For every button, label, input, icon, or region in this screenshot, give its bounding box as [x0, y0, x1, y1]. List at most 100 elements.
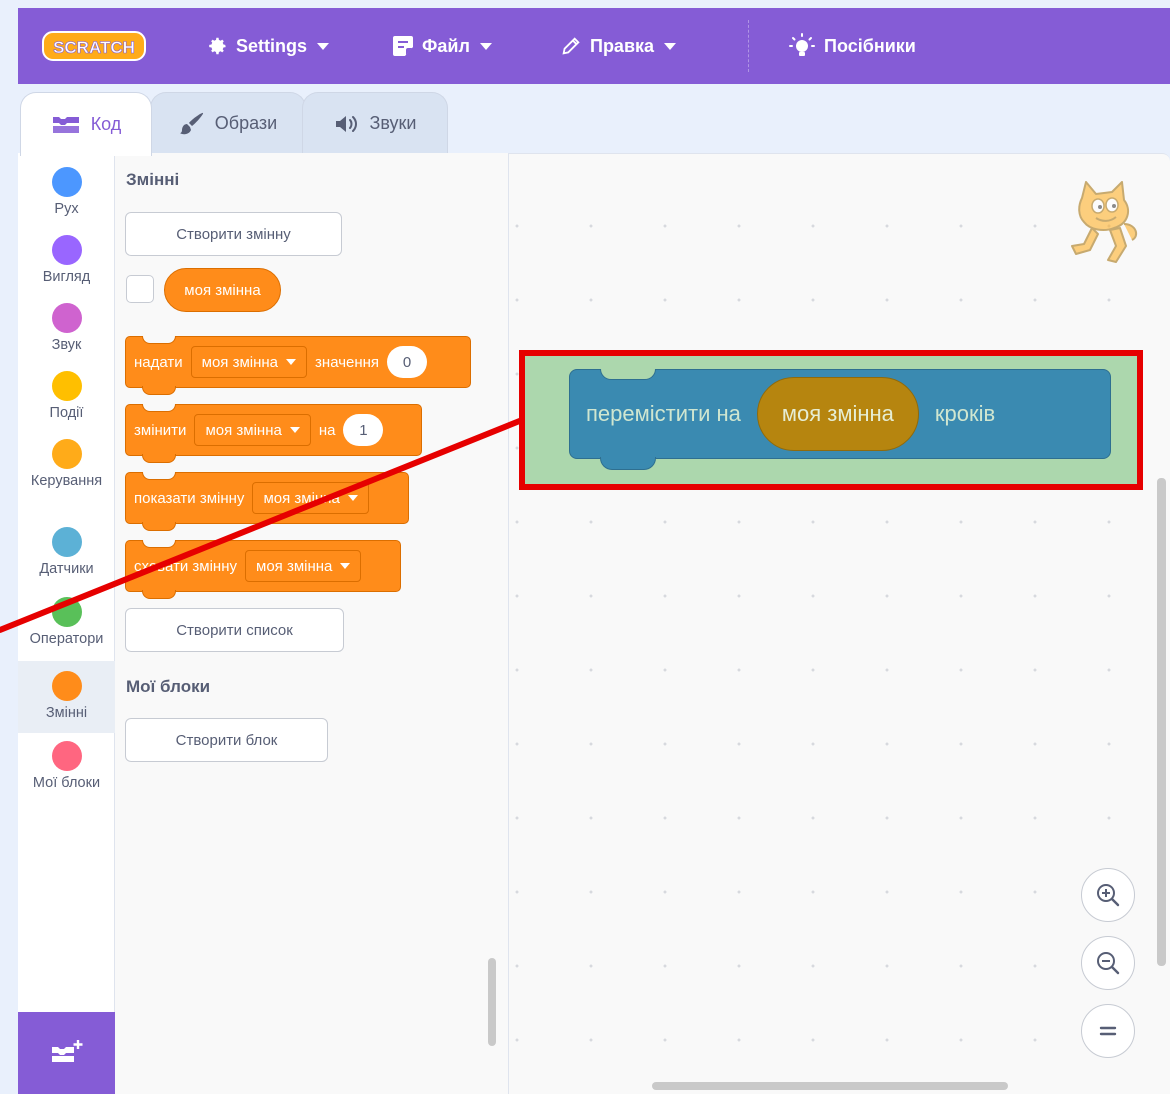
variable-reporter-input[interactable]: моя змінна [756, 377, 919, 451]
settings-label: Settings [236, 35, 308, 56]
scratch-logo[interactable]: SCRATCH [42, 30, 146, 62]
dropdown-caret-icon [340, 563, 351, 569]
menu-bar: SCRATCH Settings Файл Правка Посібники [18, 8, 1170, 84]
category-dot [51, 303, 82, 333]
tab-code-label: Код [90, 114, 122, 134]
variables-section-title: Змінні [126, 170, 180, 189]
category-dot [51, 527, 82, 557]
category-motion[interactable]: Рух [18, 157, 115, 229]
block-text: значення [315, 353, 380, 371]
category-dot [51, 671, 82, 701]
value-input[interactable]: 1 [343, 414, 384, 446]
category-looks[interactable]: Вигляд [18, 225, 115, 297]
variable-dropdown[interactable]: моя змінна [190, 346, 308, 378]
dropdown-caret-icon [286, 359, 297, 365]
sprite-cat-icon [1071, 181, 1138, 263]
value-input[interactable]: 0 [387, 346, 428, 378]
category-label: Змінні [45, 705, 88, 721]
category-menu: Рух Вигляд Звук Події Керування Датчики … [18, 153, 115, 1013]
add-extension-icon [51, 1040, 82, 1062]
block-text: сховати змінну [134, 557, 237, 575]
my-blocks-section-title: Мої блоки [126, 677, 211, 696]
tab-costumes-label: Образи [214, 113, 278, 133]
add-extension-button[interactable] [18, 1012, 115, 1094]
code-blocks-icon [52, 116, 79, 133]
workspace-horizontal-scrollbar[interactable] [652, 1082, 1008, 1090]
make-variable-button[interactable]: Створити змінну [125, 212, 342, 256]
variable-checkbox[interactable] [126, 275, 154, 303]
make-list-button[interactable]: Створити список [125, 608, 344, 652]
zoom-out-button[interactable] [1081, 936, 1135, 990]
variable-dropdown[interactable]: моя змінна [245, 550, 362, 582]
tab-costumes[interactable]: Образи [150, 92, 306, 154]
set-variable-block[interactable]: надати моя змінна значення 0 [125, 336, 471, 395]
category-sensing[interactable]: Датчики [18, 517, 115, 589]
block-text: на [318, 421, 336, 439]
chevron-down-icon [317, 42, 330, 50]
category-operators[interactable]: Оператори [18, 587, 115, 659]
category-dot [51, 167, 82, 197]
make-block-button[interactable]: Створити блок [125, 718, 328, 762]
file-menu[interactable]: Файл [392, 32, 492, 60]
tab-sounds[interactable]: Звуки [302, 92, 448, 154]
category-events[interactable]: Події [18, 361, 115, 433]
category-label: Події [49, 405, 84, 421]
category-sound[interactable]: Звук [18, 293, 115, 365]
category-dot [51, 439, 82, 469]
block-text: перемістити на [586, 401, 741, 426]
variable-dropdown[interactable]: моя змінна [252, 482, 369, 514]
file-icon [393, 36, 413, 56]
tutorials-menu[interactable]: Посібники [788, 32, 916, 60]
edit-menu[interactable]: Правка [560, 32, 677, 60]
lightbulb-icon [789, 33, 815, 56]
edit-label: Правка [590, 35, 655, 56]
dropdown-label: моя змінна [263, 489, 340, 507]
menu-divider [748, 20, 749, 72]
gear-icon [209, 37, 226, 55]
category-my-blocks[interactable]: Мої блоки [18, 731, 115, 803]
category-label: Вигляд [42, 269, 91, 285]
dropdown-caret-icon [289, 427, 300, 433]
change-variable-block[interactable]: змінити моя змінна на 1 [125, 404, 422, 463]
block-text: змінити [134, 421, 187, 439]
zoom-in-icon [1097, 884, 1120, 907]
category-dot [51, 597, 82, 627]
svg-text:SCRATCH: SCRATCH [53, 38, 135, 57]
tab-sounds-label: Звуки [369, 113, 417, 133]
category-dot [51, 371, 82, 401]
category-label: Мої блоки [32, 775, 101, 791]
speaker-icon [335, 115, 357, 132]
palette-scrollbar[interactable] [488, 958, 496, 1046]
variable-reporter[interactable]: моя змінна [164, 268, 281, 312]
category-control[interactable]: Керування [18, 429, 115, 501]
settings-menu[interactable]: Settings [206, 32, 330, 60]
workspace-vertical-scrollbar[interactable] [1157, 478, 1166, 966]
block-text: показати змінну [134, 489, 245, 507]
scratch-editor: SCRATCH Settings Файл Правка Посібники К… [0, 0, 1170, 1094]
show-variable-block[interactable]: показати змінну моя змінна [125, 472, 409, 531]
hide-variable-block[interactable]: сховати змінну моя змінна [125, 540, 401, 599]
category-dot [51, 741, 82, 771]
paintbrush-icon [179, 112, 203, 134]
dropdown-label: моя змінна [201, 353, 279, 371]
dropdown-label: моя змінна [256, 557, 333, 575]
tab-code[interactable]: Код [20, 92, 152, 156]
category-label: Звук [51, 337, 82, 353]
variable-dropdown[interactable]: моя змінна [194, 414, 311, 446]
zoom-reset-button[interactable] [1081, 1004, 1135, 1058]
move-steps-block[interactable]: перемістити на моя змінна кроків [569, 369, 1111, 470]
category-label: Оператори [29, 631, 104, 647]
chevron-down-icon [664, 42, 677, 50]
category-label: Керування [30, 473, 103, 489]
pencil-icon [562, 37, 580, 55]
dropdown-label: моя змінна [205, 421, 282, 439]
category-label: Датчики [39, 561, 94, 577]
chevron-down-icon [479, 42, 492, 50]
code-workspace[interactable] [509, 153, 1170, 1094]
tutorials-label: Посібники [824, 35, 916, 56]
dropdown-caret-icon [347, 495, 358, 501]
zoom-in-button[interactable] [1081, 868, 1135, 922]
category-dot [51, 235, 82, 265]
zoom-out-icon [1097, 952, 1120, 975]
category-variables[interactable]: Змінні [18, 661, 115, 733]
